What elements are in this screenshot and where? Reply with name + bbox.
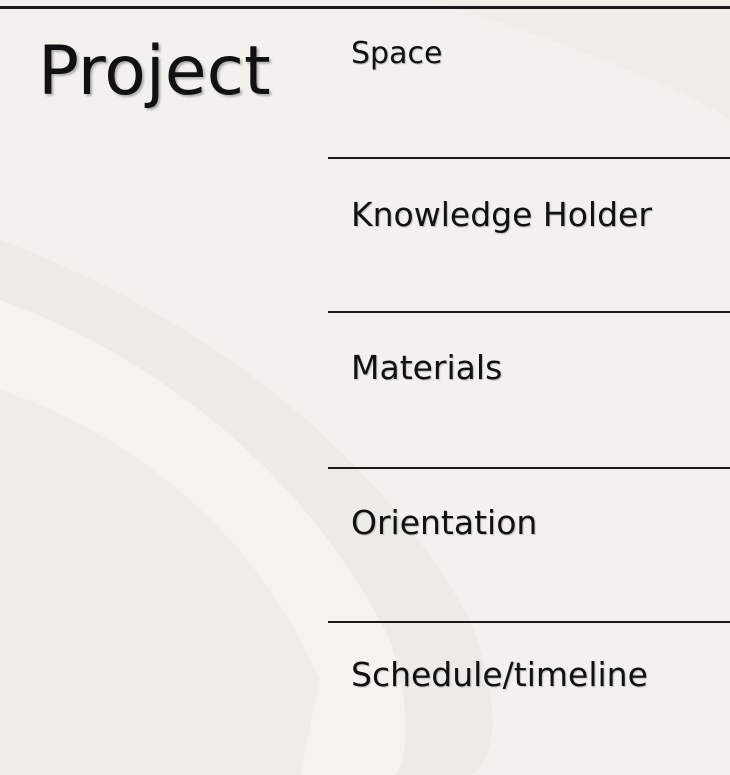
list-divider (328, 311, 730, 313)
list-item-label: Knowledge Holder (351, 195, 652, 234)
list-item-label: Orientation (351, 503, 538, 542)
slide-title: Project (38, 32, 271, 111)
list-divider (328, 157, 730, 159)
list-item-label: Materials (351, 348, 503, 387)
top-divider (0, 6, 730, 9)
list-item-label: Space (351, 36, 443, 71)
list-divider (328, 467, 730, 469)
list-item-label: Schedule/timeline (351, 655, 648, 694)
list-divider (328, 621, 730, 623)
